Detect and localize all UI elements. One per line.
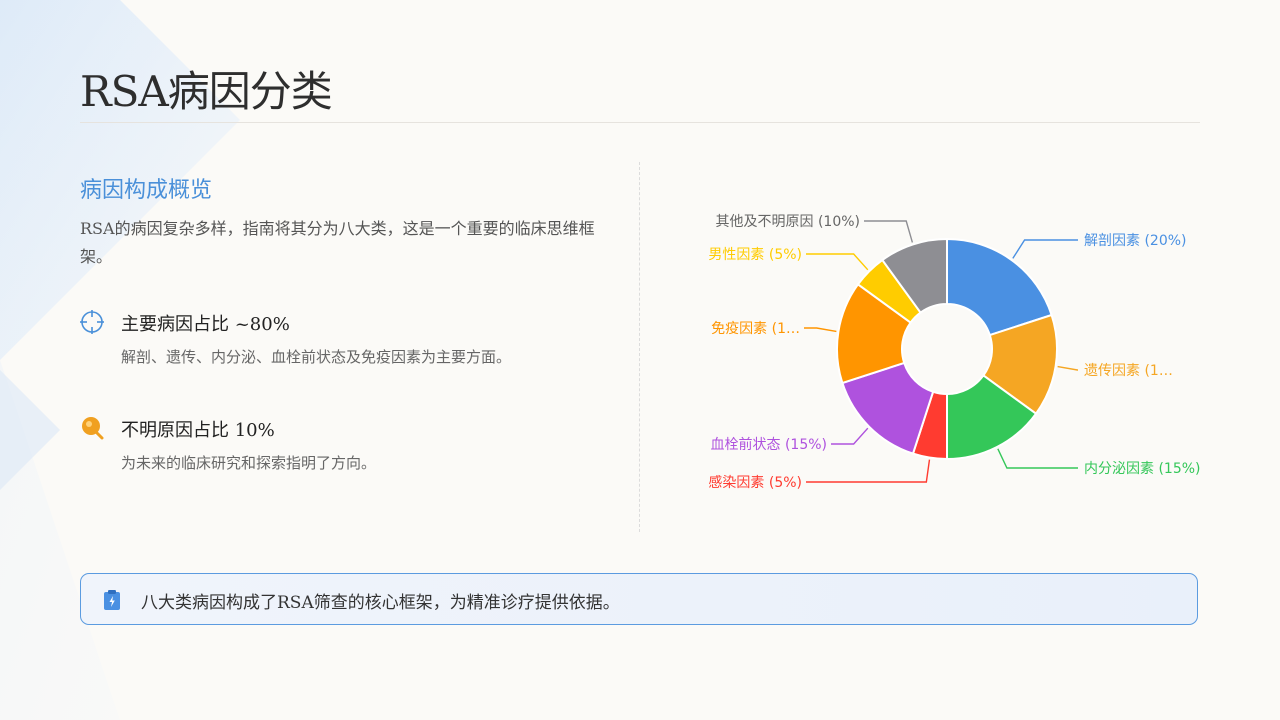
point-description: 解剖、遗传、内分泌、血栓前状态及免疫因素为主要方面。	[121, 348, 512, 366]
page-title: RSA病因分类	[80, 67, 333, 116]
column-divider	[639, 162, 640, 532]
leader-line-5	[831, 427, 869, 445]
slice-label-2: 遗传因素 (1…	[1084, 363, 1173, 379]
slice-label-7: 男性因素 (5%)	[708, 247, 802, 263]
slice-label-5: 血栓前状态 (15%)	[711, 436, 828, 453]
donut-chart-svg: 解剖因素 (20%) 遗传因素 (1… 内分泌因素 (15%) 感染因素 (5%) 血栓…	[708, 214, 1201, 491]
leader-line-7	[806, 253, 869, 271]
title-divider	[80, 122, 1200, 123]
slice-label-1: 解剖因素 (20%)	[1084, 233, 1187, 249]
leader-line-3	[997, 448, 1078, 469]
intro-text: RSA的病因复杂多样，指南将其分为八大类，这是一个重要的临床思维框架。	[80, 219, 595, 266]
slice-label-6: 免疫因素 (1…	[711, 321, 800, 337]
callout-text: 八大类病因构成了RSA筛查的核心框架，为精准诊疗提供依据。	[141, 593, 620, 613]
summary-callout: 八大类病因构成了RSA筛查的核心框架，为精准诊疗提供依据。	[80, 573, 1198, 625]
slice-label-8: 其他及不明原因 (10%)	[716, 214, 861, 230]
search-icon	[82, 417, 104, 440]
slice-label-4: 感染因素 (5%)	[708, 474, 802, 491]
leader-line-1	[1012, 239, 1078, 259]
section-heading: 病因构成概览	[80, 178, 213, 203]
leader-line-8	[864, 220, 914, 243]
clipboard-icon	[104, 590, 120, 610]
point-description: 为未来的临床研究和探索指明了方向。	[121, 454, 377, 472]
cause-donut-chart: 解剖因素 (20%) 遗传因素 (1… 内分泌因素 (15%) 感染因素 (5%) 血栓…	[660, 162, 1220, 542]
crosshair-icon	[80, 310, 104, 334]
slice-label-3: 内分泌因素 (15%)	[1084, 461, 1201, 477]
leader-line-6	[804, 327, 837, 333]
leader-line-4	[806, 459, 931, 483]
point-title: 不明原因占比 10%	[121, 420, 275, 441]
leader-line-2	[1057, 365, 1078, 371]
point-title: 主要病因占比 ~80%	[121, 314, 290, 335]
